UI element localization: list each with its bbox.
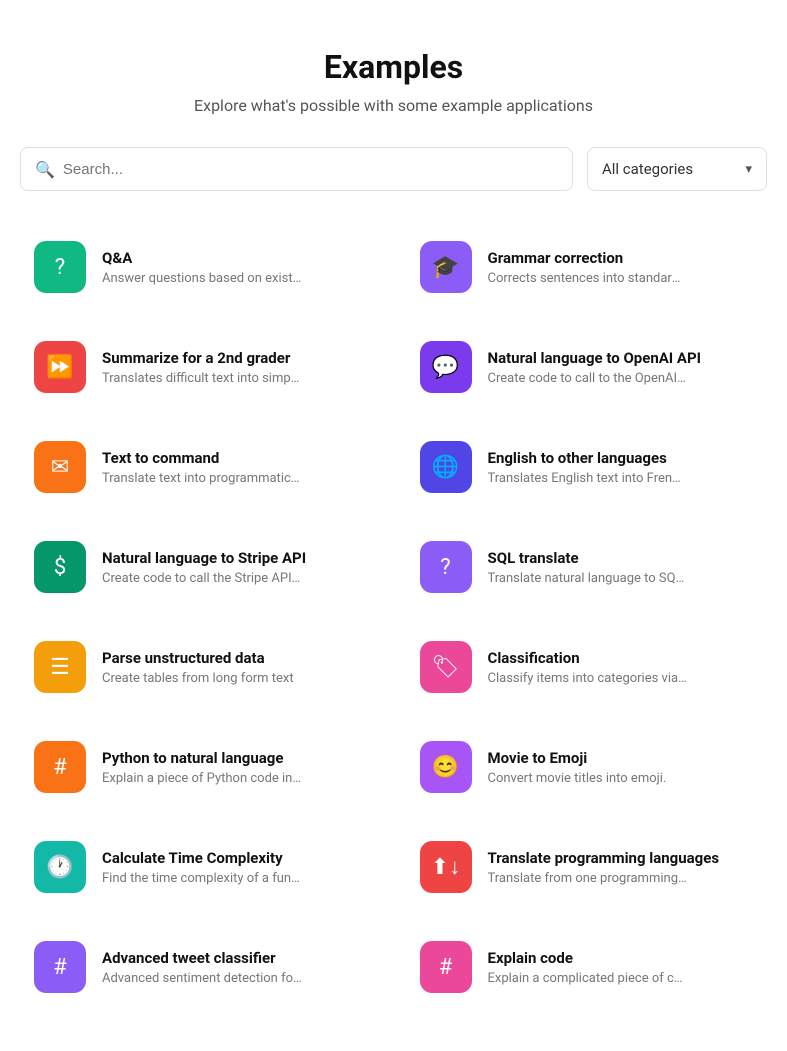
example-icon-explain-code: # <box>420 941 472 993</box>
example-card-grammar[interactable]: 🎓 Grammar correction Corrects sentences in… <box>406 223 768 311</box>
example-title-time-complexity: Calculate Time Complexity <box>102 849 302 867</box>
example-title-python-nl: Python to natural language <box>102 749 302 767</box>
example-icon-qa: ? <box>34 241 86 293</box>
example-title-movie-emoji: Movie to Emoji <box>488 749 667 767</box>
example-title-tweet-classifier: Advanced tweet classifier <box>102 949 302 967</box>
example-title-parse-data: Parse unstructured data <box>102 649 294 667</box>
example-card-time-complexity[interactable]: 🕐 Calculate Time Complexity Find the time … <box>20 823 382 911</box>
example-text-grammar: Grammar correction Corrects sentences int… <box>488 249 688 286</box>
example-desc-tweet-classifier: Advanced sentiment detection for a piece… <box>102 971 302 986</box>
example-title-explain-code: Explain code <box>488 949 688 967</box>
example-card-english-lang[interactable]: 🌐 English to other languages Translates En… <box>406 423 768 511</box>
search-box[interactable]: 🔍 <box>20 147 573 191</box>
example-desc-text-command: Translate text into programmatic command… <box>102 471 302 486</box>
example-desc-movie-emoji: Convert movie titles into emoji. <box>488 771 667 786</box>
category-filter-dropdown[interactable]: All categories ▾ <box>587 147 767 191</box>
example-icon-python-nl: # <box>34 741 86 793</box>
example-icon-english-lang: 🌐 <box>420 441 472 493</box>
example-desc-nl-openai: Create code to call to the OpenAI API us… <box>488 371 688 386</box>
example-desc-qa: Answer questions based on existing knowl… <box>102 271 302 286</box>
example-text-tweet-classifier: Advanced tweet classifier Advanced sentim… <box>102 949 302 986</box>
example-icon-translate-prog: ⬆↓ <box>420 841 472 893</box>
example-card-classification[interactable]: 🏷 Classification Classify items into categ… <box>406 623 768 711</box>
example-title-text-command: Text to command <box>102 449 302 467</box>
examples-grid: ? Q&A Answer questions based on existing k… <box>20 223 767 1011</box>
example-card-sql-translate[interactable]: ? SQL translate Translate natural language… <box>406 523 768 611</box>
example-icon-nl-openai: 💬 <box>420 341 472 393</box>
example-desc-summarize: Translates difficult text into simpler c… <box>102 371 302 386</box>
example-desc-grammar: Corrects sentences into standard English… <box>488 271 688 286</box>
example-card-text-command[interactable]: ✉ Text to command Translate text into prog… <box>20 423 382 511</box>
example-text-nl-openai: Natural language to OpenAI API Create cod… <box>488 349 702 386</box>
filter-label: All categories <box>602 160 693 178</box>
example-card-parse-data[interactable]: ☰ Parse unstructured data Create tables fr… <box>20 623 382 711</box>
chevron-down-icon: ▾ <box>745 162 752 177</box>
example-icon-time-complexity: 🕐 <box>34 841 86 893</box>
page-subtitle: Explore what's possible with some exampl… <box>20 96 767 115</box>
example-title-nl-openai: Natural language to OpenAI API <box>488 349 702 367</box>
example-desc-python-nl: Explain a piece of Python code in human … <box>102 771 302 786</box>
example-title-summarize: Summarize for a 2nd grader <box>102 349 302 367</box>
search-filter-row: 🔍 All categories ▾ <box>20 147 767 191</box>
example-card-qa[interactable]: ? Q&A Answer questions based on existing k… <box>20 223 382 311</box>
example-title-classification: Classification <box>488 649 688 667</box>
example-desc-time-complexity: Find the time complexity of a function. <box>102 871 302 886</box>
example-icon-sql-translate: ? <box>420 541 472 593</box>
page-header: Examples Explore what's possible with so… <box>20 0 767 147</box>
example-text-translate-prog: Translate programming languages Translate… <box>488 849 720 886</box>
example-desc-sql-translate: Translate natural language to SQL querie… <box>488 571 688 586</box>
page-title: Examples <box>20 48 767 86</box>
example-text-classification: Classification Classify items into catego… <box>488 649 688 686</box>
example-text-text-command: Text to command Translate text into progr… <box>102 449 302 486</box>
example-icon-grammar: 🎓 <box>420 241 472 293</box>
search-input[interactable] <box>63 161 558 178</box>
example-card-nl-openai[interactable]: 💬 Natural language to OpenAI API Create co… <box>406 323 768 411</box>
example-text-movie-emoji: Movie to Emoji Convert movie titles into … <box>488 749 667 786</box>
example-card-nl-stripe[interactable]: $ Natural language to Stripe API Create co… <box>20 523 382 611</box>
example-text-explain-code: Explain code Explain a complicated piece … <box>488 949 688 986</box>
example-desc-english-lang: Translates English text into French, Spa… <box>488 471 688 486</box>
example-title-translate-prog: Translate programming languages <box>488 849 720 867</box>
example-text-summarize: Summarize for a 2nd grader Translates dif… <box>102 349 302 386</box>
example-text-sql-translate: SQL translate Translate natural language … <box>488 549 688 586</box>
example-desc-parse-data: Create tables from long form text <box>102 671 294 686</box>
example-icon-tweet-classifier: # <box>34 941 86 993</box>
search-icon: 🔍 <box>35 160 55 179</box>
example-title-nl-stripe: Natural language to Stripe API <box>102 549 306 567</box>
example-card-translate-prog[interactable]: ⬆↓Translate programming languagesTransla… <box>406 823 768 911</box>
example-desc-nl-stripe: Create code to call the Stripe API using… <box>102 571 302 586</box>
example-card-explain-code[interactable]: # Explain code Explain a complicated piece… <box>406 923 768 1011</box>
example-card-summarize[interactable]: ⏩ Summarize for a 2nd grader Translates di… <box>20 323 382 411</box>
example-card-movie-emoji[interactable]: 😊 Movie to Emoji Convert movie titles into… <box>406 723 768 811</box>
example-desc-explain-code: Explain a complicated piece of code. <box>488 971 688 986</box>
example-text-time-complexity: Calculate Time Complexity Find the time c… <box>102 849 302 886</box>
example-text-python-nl: Python to natural language Explain a piec… <box>102 749 302 786</box>
example-icon-classification: 🏷 <box>420 641 472 693</box>
example-title-sql-translate: SQL translate <box>488 549 688 567</box>
example-desc-translate-prog: Translate from one programming language … <box>488 871 688 886</box>
example-text-nl-stripe: Natural language to Stripe API Create cod… <box>102 549 306 586</box>
example-text-qa: Q&A Answer questions based on existing kn… <box>102 249 302 286</box>
example-desc-classification: Classify items into categories via examp… <box>488 671 688 686</box>
example-title-english-lang: English to other languages <box>488 449 688 467</box>
example-text-english-lang: English to other languages Translates Eng… <box>488 449 688 486</box>
example-card-python-nl[interactable]: # Python to natural language Explain a pie… <box>20 723 382 811</box>
example-icon-summarize: ⏩ <box>34 341 86 393</box>
example-icon-text-command: ✉ <box>34 441 86 493</box>
example-title-qa: Q&A <box>102 249 302 267</box>
example-title-grammar: Grammar correction <box>488 249 688 267</box>
example-text-parse-data: Parse unstructured data Create tables fro… <box>102 649 294 686</box>
example-icon-nl-stripe: $ <box>34 541 86 593</box>
example-icon-parse-data: ☰ <box>34 641 86 693</box>
example-card-tweet-classifier[interactable]: # Advanced tweet classifier Advanced senti… <box>20 923 382 1011</box>
example-icon-movie-emoji: 😊 <box>420 741 472 793</box>
